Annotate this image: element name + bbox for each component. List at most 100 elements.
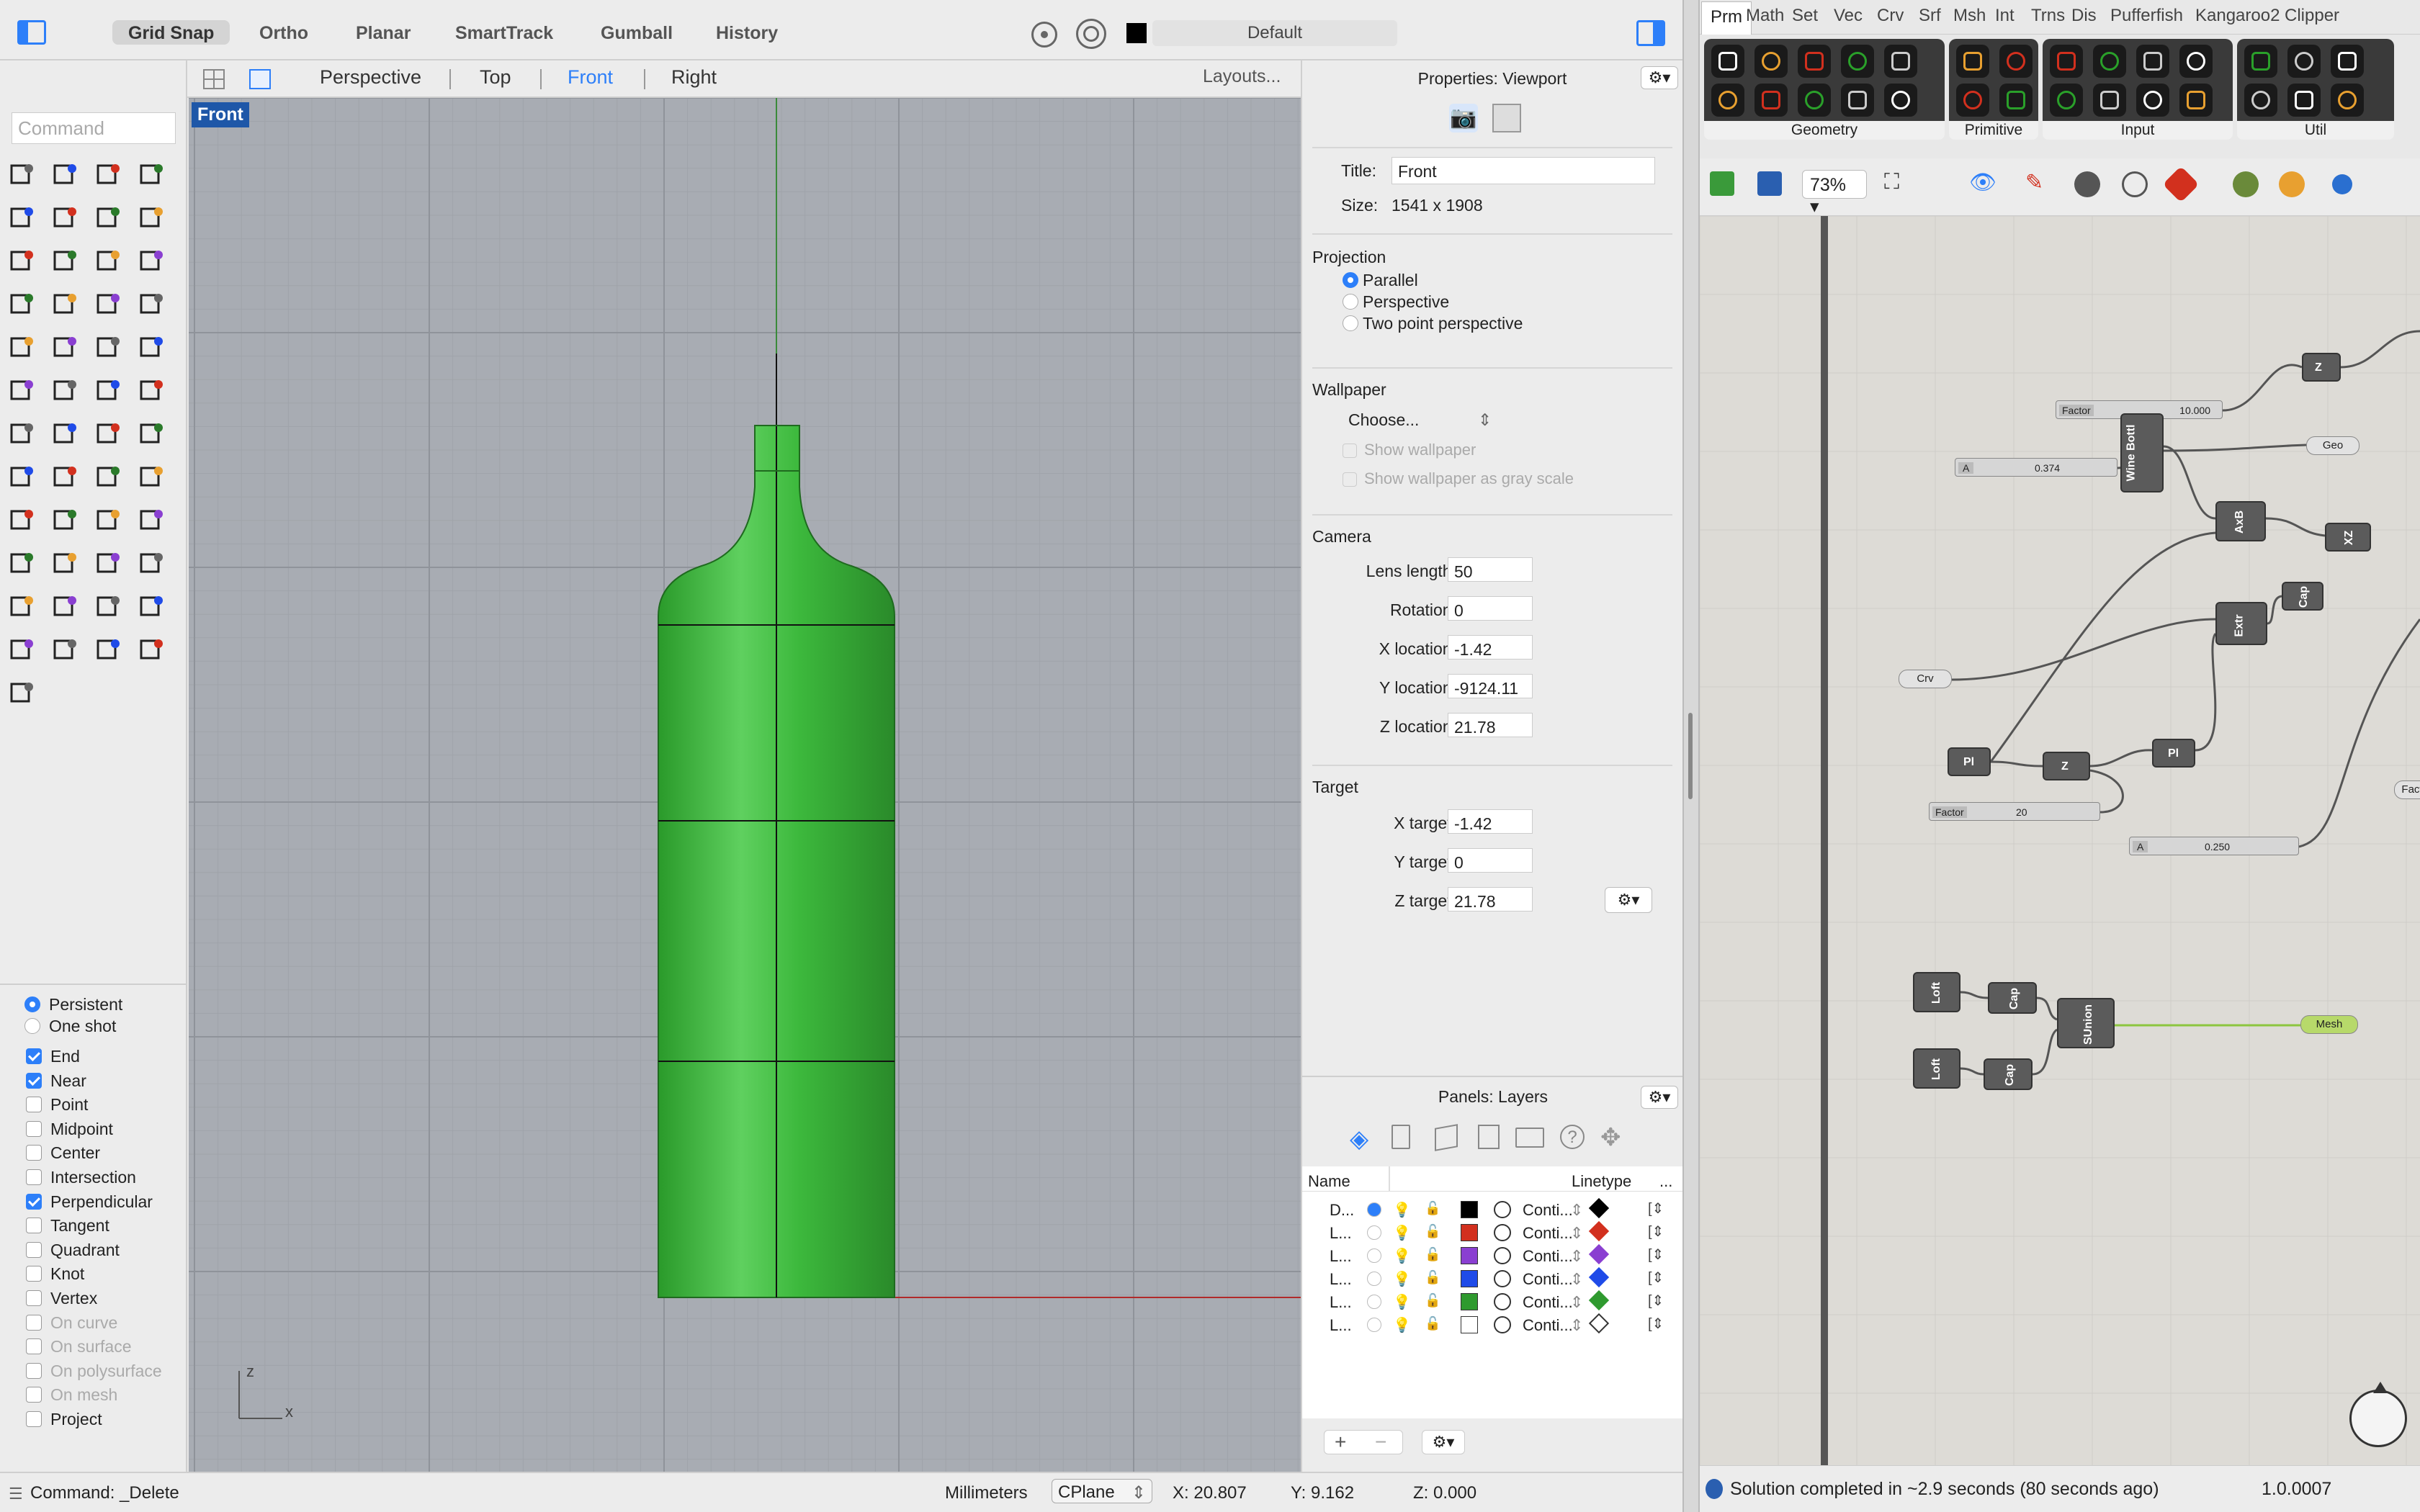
layer-color-swatch[interactable] xyxy=(1461,1293,1478,1310)
perspective-option[interactable]: Perspective xyxy=(1343,292,1449,312)
zoom-select[interactable]: 73% ▾ xyxy=(1802,170,1867,217)
sphere-icon[interactable] xyxy=(2332,174,2352,194)
camera-tool-icon[interactable] xyxy=(137,590,169,622)
layer-name[interactable]: L... xyxy=(1330,1247,1352,1266)
print-width-icon[interactable]: [⇕ xyxy=(1648,1315,1664,1333)
current-layer-radio[interactable] xyxy=(1367,1248,1381,1263)
layers-stack-icon[interactable]: ◈ xyxy=(1350,1125,1368,1153)
gh-tab-clipper[interactable]: Clipper xyxy=(2285,6,2339,26)
planar-button[interactable]: Planar xyxy=(340,20,426,45)
extr-node[interactable]: Extr xyxy=(2215,602,2267,645)
pan-tool-icon[interactable] xyxy=(50,504,82,536)
array-tool-icon[interactable] xyxy=(94,418,125,449)
material-circle-icon[interactable] xyxy=(1494,1247,1511,1264)
lightbulb-icon[interactable]: 💡 xyxy=(1393,1224,1411,1242)
lock-tool-icon[interactable] xyxy=(50,547,82,579)
circle-tool-icon[interactable] xyxy=(7,202,39,233)
gh-component-icon[interactable] xyxy=(1754,45,1788,78)
four-view-icon[interactable] xyxy=(203,69,225,89)
layer-name[interactable]: L... xyxy=(1330,1316,1352,1335)
fillet-tool-icon[interactable] xyxy=(50,331,82,363)
target-gear-icon[interactable]: ⚙▾ xyxy=(1605,887,1652,913)
x-target-field[interactable]: -1.42 xyxy=(1448,809,1533,834)
gh-component-icon[interactable] xyxy=(1999,45,2033,78)
lightbulb-icon[interactable]: 💡 xyxy=(1393,1316,1411,1334)
layer-row[interactable]: D... 💡 🔓 Conti... ⇕ [⇕ xyxy=(1302,1197,1684,1223)
current-layer-radio[interactable] xyxy=(1367,1225,1381,1240)
z-node-1[interactable]: Z xyxy=(2302,353,2341,382)
gh-component-icon[interactable] xyxy=(2179,45,2213,78)
current-layer-radio[interactable] xyxy=(1367,1272,1381,1286)
rotation-field[interactable]: 0 xyxy=(1448,596,1533,621)
history-button[interactable]: History xyxy=(700,20,794,45)
layer-tool-icon[interactable] xyxy=(94,547,125,579)
checkbox-box[interactable] xyxy=(26,1387,42,1403)
render-tool-icon[interactable] xyxy=(137,547,169,579)
print-color-diamond[interactable] xyxy=(1588,1313,1610,1334)
wallpaper-choose-select[interactable]: Choose... ⇕ xyxy=(1348,410,1492,430)
save-file-icon[interactable] xyxy=(1757,171,1782,196)
mesh-param[interactable]: Mesh xyxy=(2300,1015,2358,1034)
select-tool-icon[interactable] xyxy=(50,634,82,665)
gh-component-icon[interactable] xyxy=(1956,84,1989,117)
layer-name[interactable]: L... xyxy=(1330,1270,1352,1289)
print-color-diamond[interactable] xyxy=(1588,1243,1610,1265)
tab-front[interactable]: Front xyxy=(568,66,613,89)
sidebar-toggle-icon[interactable] xyxy=(17,20,46,45)
page-icon[interactable] xyxy=(1392,1125,1410,1149)
gh-component-icon[interactable] xyxy=(2179,84,2213,117)
gh-component-icon[interactable] xyxy=(1956,45,1989,78)
linetype-value[interactable]: Conti... xyxy=(1523,1316,1573,1335)
layer-color-swatch[interactable] xyxy=(1461,1201,1478,1218)
crv-param[interactable]: Crv xyxy=(1899,670,1952,688)
osnap-tangent-checkbox[interactable]: Tangent xyxy=(26,1216,109,1236)
layer-color-swatch[interactable] xyxy=(1461,1247,1478,1264)
gh-tab-vec[interactable]: Vec xyxy=(1834,6,1863,26)
rotate-tool-icon[interactable] xyxy=(7,461,39,492)
gear-menu-icon[interactable]: ⚙▾ xyxy=(1641,66,1678,89)
gh-component-icon[interactable] xyxy=(1999,84,2033,117)
ortho-button[interactable]: Ortho xyxy=(243,20,324,45)
add-layer-button[interactable]: + xyxy=(1335,1431,1346,1454)
show-gray-checkbox[interactable]: Show wallpaper as gray scale xyxy=(1343,469,1574,488)
layer-name[interactable]: L... xyxy=(1330,1224,1352,1243)
checkbox-box[interactable] xyxy=(26,1266,42,1282)
gh-tab-crv[interactable]: Crv xyxy=(1877,6,1904,26)
osnap-toggle-icon[interactable] xyxy=(1031,22,1057,48)
osnap-intersection-checkbox[interactable]: Intersection xyxy=(26,1168,136,1187)
light-tool-icon[interactable] xyxy=(7,547,39,579)
layer-color-swatch[interactable] xyxy=(1461,1316,1478,1333)
join-tool-icon[interactable] xyxy=(50,374,82,406)
mirror-tool-icon[interactable] xyxy=(94,461,125,492)
checkbox-box[interactable] xyxy=(26,1411,42,1427)
lock-icon[interactable]: 🔓 xyxy=(1425,1247,1440,1262)
material-circle-icon[interactable] xyxy=(1494,1316,1511,1333)
cap-node-3[interactable]: Cap xyxy=(1984,1058,2033,1090)
gh-tab-pufferfish[interactable]: Pufferfish xyxy=(2110,6,2183,26)
tab-right[interactable]: Right xyxy=(671,66,717,89)
sunion-node[interactable]: SUnion xyxy=(2057,998,2115,1048)
camera-icon[interactable]: 📷 xyxy=(1449,104,1478,132)
current-layer-radio[interactable] xyxy=(1367,1202,1381,1217)
offset-tool-icon[interactable] xyxy=(137,374,169,406)
front-viewport[interactable]: Front z x xyxy=(189,98,1301,1472)
material-tool-icon[interactable] xyxy=(94,590,125,622)
command-history[interactable]: Command: _Delete xyxy=(30,1483,179,1503)
gh-component-icon[interactable] xyxy=(2244,84,2277,117)
layouts-button[interactable]: Layouts... xyxy=(1203,66,1281,87)
viewport-icon[interactable] xyxy=(1492,104,1521,132)
layer-color-swatch[interactable] xyxy=(1461,1270,1478,1287)
y-target-field[interactable]: 0 xyxy=(1448,848,1533,873)
grasshopper-canvas[interactable]: Factor 10.000 A 0.374 Wine Bottl Z Geo A… xyxy=(1700,216,2420,1465)
material-circle-icon[interactable] xyxy=(1494,1201,1511,1218)
gh-component-icon[interactable] xyxy=(1884,45,1917,78)
orbit-tool-icon[interactable] xyxy=(94,504,125,536)
gh-component-icon[interactable] xyxy=(2244,45,2277,78)
lightbulb-icon[interactable]: 💡 xyxy=(1393,1201,1411,1219)
osnap-near-checkbox[interactable]: Near xyxy=(26,1071,86,1091)
lock-icon[interactable]: 🔓 xyxy=(1425,1316,1440,1331)
a-slider-2[interactable]: A 0.250 xyxy=(2129,837,2299,855)
persistent-radio[interactable] xyxy=(24,996,40,1012)
display-icon[interactable] xyxy=(1515,1128,1544,1148)
gh-tab-prm[interactable]: Prm xyxy=(1701,1,1752,35)
